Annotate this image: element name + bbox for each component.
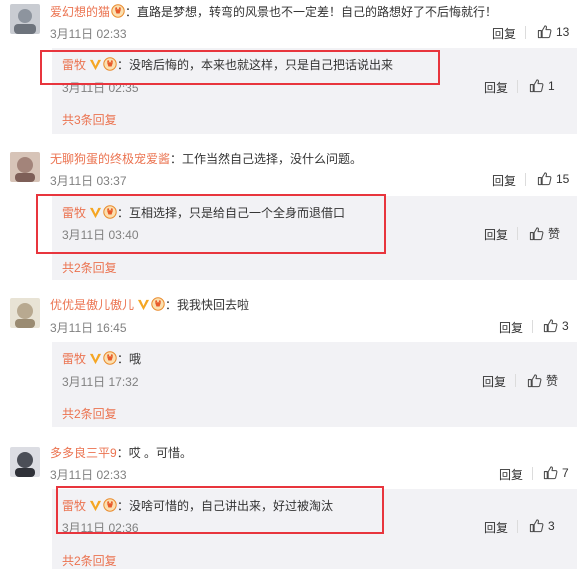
more-replies-link[interactable]: 共3条回复 [62,111,117,128]
like-button[interactable]: 15 [537,171,569,186]
like-count: 赞 [548,227,561,241]
highlight-box [36,194,386,254]
username-link[interactable]: 雷牧 [62,352,86,366]
thumbs-up-icon [537,24,552,39]
level-badge-icon [111,4,125,18]
comment-text: ：直路是梦想，转弯的风景也不一定差！自己的路想好了不后悔就行！ [125,5,498,19]
reply-button[interactable]: 回复 [484,226,508,243]
avatar[interactable] [10,298,40,328]
more-replies-link[interactable]: 共2条回复 [62,405,117,422]
avatar[interactable] [10,4,40,34]
like-count: 1 [548,78,555,93]
verified-v-icon [137,298,150,311]
comment-line: 无聊狗蛋的终极宠爱酱：工作当然自己选择，没什么问题。 [50,150,362,167]
divider [532,467,533,480]
comment-text: ：工作当然自己选择，没什么问题。 [170,152,363,166]
username-link[interactable]: 无聊狗蛋的终极宠爱酱 [50,152,170,166]
divider [517,227,518,240]
like-button[interactable]: 13 [537,24,569,39]
comment-text: ：哎 。可惜。 [116,446,193,460]
divider [517,520,518,533]
divider [532,320,533,333]
like-count: 3 [562,318,569,333]
divider [515,374,516,387]
thumbs-up-icon [529,518,544,533]
like-button[interactable]: 赞 [529,225,560,242]
like-count: 13 [556,24,570,39]
like-button[interactable]: 3 [529,518,555,533]
level-badge-icon [151,297,165,311]
thumbs-up-icon [527,373,542,388]
like-count: 3 [548,518,555,533]
reply-button[interactable]: 回复 [492,25,516,42]
avatar[interactable] [10,152,40,182]
reply-button[interactable]: 回复 [482,373,506,390]
comment-line: 爱幻想的猫 ：直路是梦想，转弯的风景也不一定差！自己的路想好了不后悔就行！ [50,3,497,20]
highlight-box [40,50,440,85]
like-button[interactable]: 7 [543,465,569,480]
sub-reply-text: ：哦 [117,352,142,366]
divider [525,26,526,39]
more-replies-link[interactable]: 共2条回复 [62,259,117,276]
like-count: 7 [562,465,569,480]
comment-time: 3月11日 16:45 [50,321,127,335]
avatar[interactable] [10,447,40,477]
like-button[interactable]: 1 [529,78,555,93]
more-replies-link[interactable]: 共2条回复 [62,552,117,569]
verified-v-icon [89,352,102,365]
divider [525,173,526,186]
reply-button[interactable]: 回复 [484,79,508,96]
thumbs-up-icon [529,78,544,93]
like-button[interactable]: 3 [543,318,569,333]
comment-line: 多多良三平9：哎 。可惜。 [50,444,192,461]
highlight-box [56,486,384,534]
comment-text: ：我我快回去啦 [165,298,250,312]
username-link[interactable]: 爱幻想的猫 [50,5,110,19]
reply-button[interactable]: 回复 [492,172,516,189]
sub-reply-time: 3月11日 17:32 [62,375,139,389]
like-count: 15 [556,171,570,186]
comment-time: 3月11日 02:33 [50,27,127,41]
comment-time: 3月11日 02:33 [50,468,127,482]
username-link[interactable]: 优优是傲儿傲儿 [50,298,134,312]
comment-line: 优优是傲儿傲儿 ：我我快回去啦 [50,296,249,313]
reply-button[interactable]: 回复 [499,466,523,483]
divider [517,80,518,93]
sub-reply-line: 雷牧 ：哦 [62,350,141,367]
comment-time: 3月11日 03:37 [50,174,127,188]
thumbs-up-icon [529,226,544,241]
thumbs-up-icon [543,318,558,333]
thumbs-up-icon [543,465,558,480]
level-badge-icon [103,351,117,365]
like-button[interactable]: 赞 [527,372,558,389]
reply-button[interactable]: 回复 [499,319,523,336]
like-count: 赞 [546,374,559,388]
thumbs-up-icon [537,171,552,186]
username-link[interactable]: 多多良三平9 [50,446,117,460]
reply-button[interactable]: 回复 [484,519,508,536]
